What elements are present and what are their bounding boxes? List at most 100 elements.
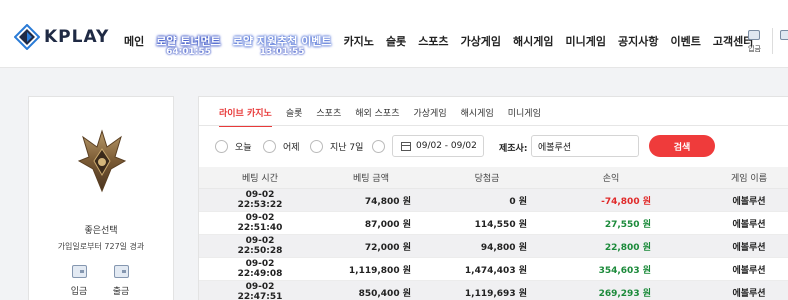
nav-item-3[interactable]: 카지노 <box>344 33 374 49</box>
filter-yesterday[interactable]: 어제 <box>263 140 300 153</box>
bet-time: 09-02 22:50:28 <box>237 236 283 256</box>
radio-circle-icon <box>215 140 228 153</box>
nav-item-2[interactable]: 로얄 지원추천 이벤트 13:01:55 <box>233 33 332 57</box>
deposit-wallet-icon <box>71 265 87 278</box>
table-row: 09-02 22:50:28 72,000 원 94,800 원 22,800 원 에볼… <box>199 235 788 258</box>
table-header: 베팅 시간 베팅 금액 당첨금 손익 게임 이름 <box>199 167 788 189</box>
table-row: 09-02 22:51:40 87,000 원 114,550 원 27,550 원 에… <box>199 212 788 235</box>
game-name: 에볼루션 <box>732 288 766 299</box>
nav-item-label: 슬롯 <box>385 35 407 48</box>
win-amount: 1,474,403 원 <box>464 265 527 276</box>
betting-table: 베팅 시간 베팅 금액 당첨금 손익 게임 이름 09-02 22:53:22 74,80… <box>199 167 788 300</box>
filter-today-label: 오늘 <box>235 143 252 153</box>
radio-circle-icon <box>372 140 385 153</box>
tab-3[interactable]: 해외 스포츠 <box>355 106 399 127</box>
tab-4[interactable]: 가상게임 <box>414 106 447 127</box>
kplay-logo-icon <box>14 24 40 50</box>
filter-last7-label: 지난 7일 <box>330 143 364 153</box>
table-body: 09-02 22:53:22 74,800 원0 원 -74,800 원 에볼루션 09… <box>199 189 788 300</box>
win-amount: 1,119,693 원 <box>464 288 527 299</box>
deposit-wallet-icon[interactable] <box>748 30 760 40</box>
profit-loss: -74,800 원 <box>601 196 651 207</box>
provider-value: 에볼루션 <box>538 142 572 153</box>
betting-history-panel: 라이브 카지노 슬롯 스포츠 해외 스포츠 가상게임 해시게임 미니게임 오늘 어제 지난 … <box>198 96 788 300</box>
nav-item-countdown: 64:01:55 <box>166 47 211 57</box>
nav-item-8[interactable]: 미니게임 <box>566 33 606 49</box>
deposit-label: 입금 <box>70 287 88 297</box>
joined-days: 가입일로부터 727일 경과 <box>57 242 145 251</box>
profit-loss: 269,293 원 <box>598 288 651 299</box>
account-icon[interactable] <box>780 30 788 40</box>
nav-item-label: 스포츠 <box>418 35 449 48</box>
nav-item-countdown: 13:01:55 <box>259 47 305 57</box>
nickname: 좋은선택 <box>84 226 118 236</box>
column-header: 게임 이름 <box>731 174 767 184</box>
filter-bar: 오늘 어제 지난 7일 09/02 - 09/02 제조사: 에볼루션 검색 <box>199 133 788 159</box>
filter-today[interactable]: 오늘 <box>215 140 252 153</box>
bet-amount: 850,400 원 <box>358 288 411 299</box>
table-row: 09-02 22:47:51 850,400 원 1,119,693 원 269,29… <box>199 281 788 300</box>
nav-item-label: 메인 <box>124 35 145 48</box>
deposit-button[interactable]: 입금 <box>64 265 94 297</box>
bet-amount: 74,800 원 <box>364 196 411 207</box>
tab-2[interactable]: 스포츠 <box>316 106 341 127</box>
nav-item-1[interactable]: 로얄 토너먼트 64:01:55 <box>156 33 221 57</box>
top-header: KPLAY 메인 로얄 토너먼트 64:01:55 로얄 지원추천 이벤트 13:01:… <box>0 0 788 68</box>
profit-loss: 354,603 원 <box>598 265 651 276</box>
filter-last7[interactable]: 지난 7일 <box>310 140 363 153</box>
header-divider <box>772 28 773 54</box>
tab-0[interactable]: 라이브 카지노 <box>219 106 272 127</box>
deposit-icon-label: 입금 <box>748 45 761 53</box>
table-row: 09-02 22:49:08 1,119,800 원 1,474,403 원 354,… <box>199 258 788 281</box>
nav-item-5[interactable]: 스포츠 <box>418 33 448 49</box>
game-name: 에볼루션 <box>732 196 766 207</box>
radio-circle-icon <box>263 140 276 153</box>
win-amount: 94,800 원 <box>480 242 527 253</box>
table-row: 09-02 22:53:22 74,800 원 0 원 -74,800 원 에볼루션 <box>199 189 788 212</box>
bet-time: 09-02 22:47:51 <box>237 282 283 300</box>
nav-item-6[interactable]: 가상게임 <box>461 33 501 49</box>
nav-item-label: 미니게임 <box>565 35 607 48</box>
tab-1[interactable]: 슬롯 <box>286 106 303 127</box>
tab-6[interactable]: 미니게임 <box>508 106 541 127</box>
bet-amount: 1,119,800 원 <box>348 265 411 276</box>
nav-item-9[interactable]: 공지사항 <box>618 33 658 49</box>
date-range-picker[interactable]: 09/02 - 09/02 <box>392 135 484 157</box>
rank-badge-icon <box>77 127 127 199</box>
profit-loss: 27,550 원 <box>604 219 651 230</box>
column-header: 베팅 시간 <box>242 174 278 184</box>
withdraw-button[interactable]: 출금 <box>106 265 136 297</box>
nav-item-7[interactable]: 해시게임 <box>513 33 553 49</box>
nav-item-label: 가상게임 <box>460 35 502 48</box>
nav-item-label: 공지사항 <box>618 35 659 48</box>
profile-panel: 좋은선택 가입일로부터 727일 경과 입금 출금 <box>28 96 174 300</box>
bet-time: 09-02 22:51:40 <box>237 213 283 233</box>
column-header: 손익 <box>602 174 620 184</box>
win-amount: 114,550 원 <box>474 219 527 230</box>
game-name: 에볼루션 <box>732 242 766 253</box>
provider-label: 제조사: <box>499 144 528 154</box>
logo-text: KPLAY <box>44 27 110 47</box>
bet-amount: 72,000 원 <box>364 242 411 253</box>
tab-5[interactable]: 해시게임 <box>461 106 494 127</box>
game-tabs: 라이브 카지노 슬롯 스포츠 해외 스포츠 가상게임 해시게임 미니게임 <box>219 106 555 127</box>
nav-item-10[interactable]: 이벤트 <box>671 33 701 49</box>
column-header: 당첨금 <box>474 174 500 184</box>
nav-item-label: 이벤트 <box>670 35 701 48</box>
kplay-logo[interactable]: KPLAY <box>14 24 109 50</box>
nav-item-4[interactable]: 슬롯 <box>386 33 406 49</box>
filter-custom[interactable] <box>372 140 392 153</box>
win-amount: 0 원 <box>509 196 527 207</box>
nav-item-label: 카지노 <box>343 35 374 48</box>
bet-time: 09-02 22:53:22 <box>237 190 283 210</box>
nav-item-label: 해시게임 <box>513 35 554 48</box>
calendar-icon <box>401 141 411 151</box>
withdraw-wallet-icon <box>113 265 129 278</box>
nav-item-0[interactable]: 메인 <box>124 33 144 49</box>
provider-select[interactable]: 에볼루션 <box>531 135 639 157</box>
withdraw-label: 출금 <box>112 287 130 297</box>
profit-loss: 22,800 원 <box>604 242 651 253</box>
game-name: 에볼루션 <box>732 219 766 230</box>
search-button[interactable]: 검색 <box>649 135 715 157</box>
radio-circle-icon <box>310 140 323 153</box>
